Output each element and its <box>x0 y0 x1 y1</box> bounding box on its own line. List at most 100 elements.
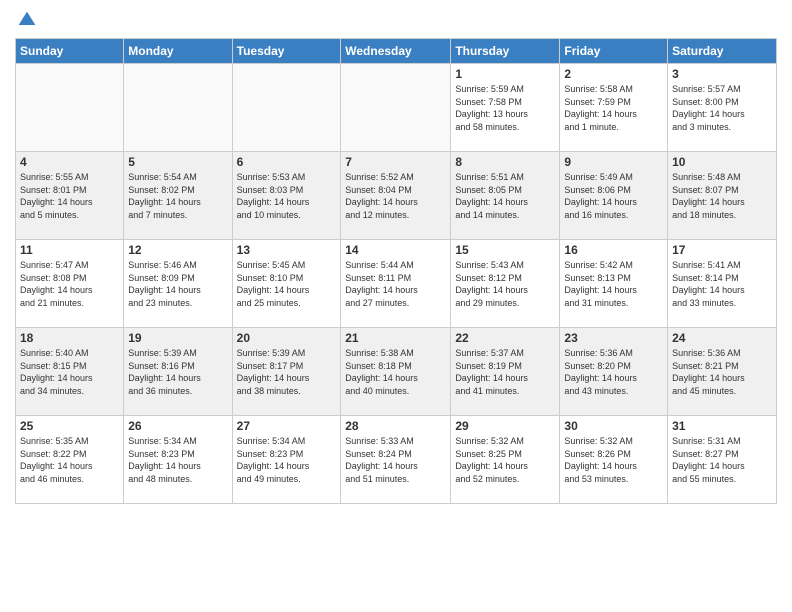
day-info: Sunrise: 5:39 AM Sunset: 8:16 PM Dayligh… <box>128 347 227 397</box>
col-header-tuesday: Tuesday <box>232 39 341 64</box>
day-info: Sunrise: 5:57 AM Sunset: 8:00 PM Dayligh… <box>672 83 772 133</box>
day-number: 1 <box>455 67 555 81</box>
day-info: Sunrise: 5:37 AM Sunset: 8:19 PM Dayligh… <box>455 347 555 397</box>
day-info: Sunrise: 5:49 AM Sunset: 8:06 PM Dayligh… <box>564 171 663 221</box>
day-number: 2 <box>564 67 663 81</box>
day-info: Sunrise: 5:54 AM Sunset: 8:02 PM Dayligh… <box>128 171 227 221</box>
day-info: Sunrise: 5:31 AM Sunset: 8:27 PM Dayligh… <box>672 435 772 485</box>
calendar-cell: 15 Sunrise: 5:43 AM Sunset: 8:12 PM Dayli… <box>451 240 560 328</box>
day-info: Sunrise: 5:40 AM Sunset: 8:15 PM Dayligh… <box>20 347 119 397</box>
calendar-cell <box>16 64 124 152</box>
day-info: Sunrise: 5:34 AM Sunset: 8:23 PM Dayligh… <box>128 435 227 485</box>
day-number: 8 <box>455 155 555 169</box>
calendar-cell: 19 Sunrise: 5:39 AM Sunset: 8:16 PM Dayli… <box>124 328 232 416</box>
calendar-cell: 4 Sunrise: 5:55 AM Sunset: 8:01 PM Daylig… <box>16 152 124 240</box>
calendar-cell: 25 Sunrise: 5:35 AM Sunset: 8:22 PM Dayli… <box>16 416 124 504</box>
col-header-saturday: Saturday <box>668 39 777 64</box>
calendar-cell: 8 Sunrise: 5:51 AM Sunset: 8:05 PM Daylig… <box>451 152 560 240</box>
day-info: Sunrise: 5:45 AM Sunset: 8:10 PM Dayligh… <box>237 259 337 309</box>
day-number: 15 <box>455 243 555 257</box>
calendar-week-5: 25 Sunrise: 5:35 AM Sunset: 8:22 PM Dayli… <box>16 416 777 504</box>
day-number: 9 <box>564 155 663 169</box>
calendar-cell: 20 Sunrise: 5:39 AM Sunset: 8:17 PM Dayli… <box>232 328 341 416</box>
day-number: 25 <box>20 419 119 433</box>
calendar-cell: 13 Sunrise: 5:45 AM Sunset: 8:10 PM Dayli… <box>232 240 341 328</box>
day-number: 30 <box>564 419 663 433</box>
day-number: 28 <box>345 419 446 433</box>
day-number: 13 <box>237 243 337 257</box>
calendar-cell: 6Sunrise: 5:53 AM Sunset: 8:03 PM Daylig… <box>232 152 341 240</box>
calendar-cell: 7 Sunrise: 5:52 AM Sunset: 8:04 PM Daylig… <box>341 152 451 240</box>
day-info: Sunrise: 5:38 AM Sunset: 8:18 PM Dayligh… <box>345 347 446 397</box>
day-info: Sunrise: 5:33 AM Sunset: 8:24 PM Dayligh… <box>345 435 446 485</box>
day-info: Sunrise: 5:58 AM Sunset: 7:59 PM Dayligh… <box>564 83 663 133</box>
calendar-cell: 30 Sunrise: 5:32 AM Sunset: 8:26 PM Dayli… <box>560 416 668 504</box>
day-info: Sunrise: 5:41 AM Sunset: 8:14 PM Dayligh… <box>672 259 772 309</box>
calendar-cell: 28 Sunrise: 5:33 AM Sunset: 8:24 PM Dayli… <box>341 416 451 504</box>
calendar-cell: 9 Sunrise: 5:49 AM Sunset: 8:06 PM Daylig… <box>560 152 668 240</box>
day-number: 10 <box>672 155 772 169</box>
day-number: 29 <box>455 419 555 433</box>
day-info: Sunrise: 5:47 AM Sunset: 8:08 PM Dayligh… <box>20 259 119 309</box>
day-info: Sunrise: 5:39 AM Sunset: 8:17 PM Dayligh… <box>237 347 337 397</box>
day-info: Sunrise: 5:32 AM Sunset: 8:25 PM Dayligh… <box>455 435 555 485</box>
calendar-cell: 26 Sunrise: 5:34 AM Sunset: 8:23 PM Dayli… <box>124 416 232 504</box>
day-info: Sunrise: 5:46 AM Sunset: 8:09 PM Dayligh… <box>128 259 227 309</box>
day-info: Sunrise: 5:35 AM Sunset: 8:22 PM Dayligh… <box>20 435 119 485</box>
day-info: Sunrise: 5:59 AM Sunset: 7:58 PM Dayligh… <box>455 83 555 133</box>
day-number: 26 <box>128 419 227 433</box>
day-info: Sunrise: 5:43 AM Sunset: 8:12 PM Dayligh… <box>455 259 555 309</box>
calendar-cell <box>341 64 451 152</box>
calendar-week-1: 1 Sunrise: 5:59 AM Sunset: 7:58 PM Daylig… <box>16 64 777 152</box>
calendar-cell: 16Sunrise: 5:42 AM Sunset: 8:13 PM Dayli… <box>560 240 668 328</box>
day-number: 19 <box>128 331 227 345</box>
day-info: Sunrise: 5:36 AM Sunset: 8:21 PM Dayligh… <box>672 347 772 397</box>
calendar-cell: 12Sunrise: 5:46 AM Sunset: 8:09 PM Dayli… <box>124 240 232 328</box>
calendar-cell <box>232 64 341 152</box>
calendar-cell: 2 Sunrise: 5:58 AM Sunset: 7:59 PM Daylig… <box>560 64 668 152</box>
calendar-cell: 5 Sunrise: 5:54 AM Sunset: 8:02 PM Daylig… <box>124 152 232 240</box>
day-number: 14 <box>345 243 446 257</box>
day-number: 16 <box>564 243 663 257</box>
col-header-thursday: Thursday <box>451 39 560 64</box>
day-number: 3 <box>672 67 772 81</box>
calendar-header-row: SundayMondayTuesdayWednesdayThursdayFrid… <box>16 39 777 64</box>
calendar-cell: 22 Sunrise: 5:37 AM Sunset: 8:19 PM Dayli… <box>451 328 560 416</box>
day-number: 23 <box>564 331 663 345</box>
col-header-friday: Friday <box>560 39 668 64</box>
col-header-monday: Monday <box>124 39 232 64</box>
day-number: 27 <box>237 419 337 433</box>
day-info: Sunrise: 5:32 AM Sunset: 8:26 PM Dayligh… <box>564 435 663 485</box>
calendar-cell: 21 Sunrise: 5:38 AM Sunset: 8:18 PM Dayli… <box>341 328 451 416</box>
day-number: 21 <box>345 331 446 345</box>
calendar-cell: 27Sunrise: 5:34 AM Sunset: 8:23 PM Dayli… <box>232 416 341 504</box>
col-header-sunday: Sunday <box>16 39 124 64</box>
logo <box>15 10 37 30</box>
calendar-table: SundayMondayTuesdayWednesdayThursdayFrid… <box>15 38 777 504</box>
day-info: Sunrise: 5:48 AM Sunset: 8:07 PM Dayligh… <box>672 171 772 221</box>
calendar-cell: 11 Sunrise: 5:47 AM Sunset: 8:08 PM Dayli… <box>16 240 124 328</box>
day-number: 24 <box>672 331 772 345</box>
day-number: 6 <box>237 155 337 169</box>
day-info: Sunrise: 5:52 AM Sunset: 8:04 PM Dayligh… <box>345 171 446 221</box>
calendar-cell: 3 Sunrise: 5:57 AM Sunset: 8:00 PM Daylig… <box>668 64 777 152</box>
calendar-cell: 14 Sunrise: 5:44 AM Sunset: 8:11 PM Dayli… <box>341 240 451 328</box>
calendar-cell <box>124 64 232 152</box>
day-number: 5 <box>128 155 227 169</box>
calendar-cell: 17Sunrise: 5:41 AM Sunset: 8:14 PM Dayli… <box>668 240 777 328</box>
page: SundayMondayTuesdayWednesdayThursdayFrid… <box>0 0 792 612</box>
calendar-week-2: 4 Sunrise: 5:55 AM Sunset: 8:01 PM Daylig… <box>16 152 777 240</box>
day-info: Sunrise: 5:44 AM Sunset: 8:11 PM Dayligh… <box>345 259 446 309</box>
day-number: 20 <box>237 331 337 345</box>
day-info: Sunrise: 5:51 AM Sunset: 8:05 PM Dayligh… <box>455 171 555 221</box>
day-number: 7 <box>345 155 446 169</box>
day-info: Sunrise: 5:55 AM Sunset: 8:01 PM Dayligh… <box>20 171 119 221</box>
day-number: 11 <box>20 243 119 257</box>
calendar-week-3: 11 Sunrise: 5:47 AM Sunset: 8:08 PM Dayli… <box>16 240 777 328</box>
calendar-cell: 1 Sunrise: 5:59 AM Sunset: 7:58 PM Daylig… <box>451 64 560 152</box>
day-number: 22 <box>455 331 555 345</box>
day-number: 4 <box>20 155 119 169</box>
calendar-cell: 29 Sunrise: 5:32 AM Sunset: 8:25 PM Dayli… <box>451 416 560 504</box>
calendar-cell: 10 Sunrise: 5:48 AM Sunset: 8:07 PM Dayli… <box>668 152 777 240</box>
calendar-week-4: 18Sunrise: 5:40 AM Sunset: 8:15 PM Dayli… <box>16 328 777 416</box>
